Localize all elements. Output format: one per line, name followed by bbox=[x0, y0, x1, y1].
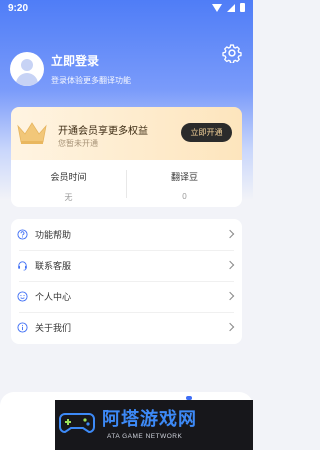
stat-value: 0 bbox=[182, 192, 187, 201]
status-icons bbox=[212, 3, 245, 12]
menu-item-customer-service[interactable]: 联系客服 bbox=[11, 250, 242, 281]
menu-list: 功能帮助 联系客服 个人中心 关于我们 bbox=[11, 219, 242, 344]
status-time: 9:20 bbox=[8, 3, 29, 14]
open-vip-button[interactable]: 立即开通 bbox=[181, 123, 232, 142]
menu-item-help[interactable]: 功能帮助 bbox=[11, 219, 242, 250]
wifi-icon bbox=[212, 3, 222, 12]
chevron-right-icon bbox=[225, 260, 235, 270]
login-profile[interactable]: 立即登录 登录体验更多翻译功能 bbox=[10, 52, 131, 86]
stat-label: 翻译豆 bbox=[170, 172, 198, 182]
avatar-head bbox=[21, 59, 33, 71]
avatar-body bbox=[16, 73, 38, 86]
menu-label: 联系客服 bbox=[35, 261, 72, 271]
vip-subtitle: 您暂未开通 bbox=[58, 139, 98, 148]
stat-label: 会员时间 bbox=[50, 172, 87, 182]
menu-label: 个人中心 bbox=[35, 292, 72, 302]
gear-icon[interactable] bbox=[222, 43, 242, 63]
watermark-subtitle: ATA GAME NETWORK bbox=[107, 433, 183, 440]
watermark-banner: 阿塔游戏网 ATA GAME NETWORK bbox=[55, 400, 253, 450]
status-bar: 9:20 bbox=[0, 0, 253, 18]
crown-icon bbox=[17, 122, 47, 144]
headset-icon bbox=[18, 261, 27, 271]
smile-icon bbox=[17, 291, 28, 302]
login-title[interactable]: 立即登录 bbox=[51, 52, 131, 69]
info-icon bbox=[17, 322, 28, 333]
avatar[interactable] bbox=[10, 52, 44, 86]
profile-text: 立即登录 登录体验更多翻译功能 bbox=[51, 52, 131, 86]
gamepad-logo-icon bbox=[59, 413, 95, 434]
stat-translation-beans[interactable]: 翻译豆 0 bbox=[127, 160, 242, 207]
vip-card[interactable]: 开通会员享更多权益 您暂未开通 立即开通 bbox=[11, 107, 242, 160]
menu-item-about[interactable]: 关于我们 bbox=[11, 312, 242, 343]
chevron-right-icon bbox=[225, 291, 235, 301]
vip-title: 开通会员享更多权益 bbox=[58, 126, 148, 137]
battery-icon bbox=[240, 3, 245, 12]
menu-item-personal-center[interactable]: 个人中心 bbox=[11, 281, 242, 312]
menu-label: 关于我们 bbox=[35, 323, 72, 333]
watermark-title: 阿塔游戏网 bbox=[102, 409, 197, 429]
chevron-right-icon bbox=[225, 229, 235, 239]
help-icon bbox=[17, 229, 28, 240]
stats-panel: 会员时间 无 翻译豆 0 bbox=[11, 160, 242, 207]
stat-membership-time[interactable]: 会员时间 无 bbox=[11, 160, 126, 207]
stat-value: 无 bbox=[64, 193, 73, 202]
chevron-right-icon bbox=[225, 322, 235, 332]
menu-label: 功能帮助 bbox=[35, 230, 72, 240]
login-subtitle: 登录体验更多翻译功能 bbox=[51, 76, 131, 85]
signal-icon bbox=[227, 3, 235, 12]
